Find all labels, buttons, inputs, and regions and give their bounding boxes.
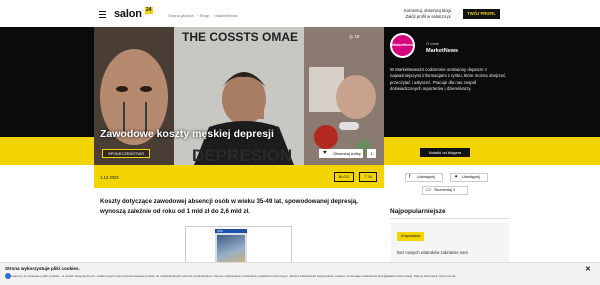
article-title: Zawodowe koszty męskiej depresji: [100, 128, 274, 140]
share-label: Udostępnij: [417, 175, 435, 179]
category-tag[interactable]: SPOŁECZEŃSTWO: [102, 149, 151, 158]
close-icon[interactable]: ✕: [585, 265, 591, 273]
cookie-text: Informujemy, że stosujemy pliki cookies …: [5, 274, 457, 278]
comment-count: 1: [453, 188, 456, 192]
photo-count-badge: ◎ 18: [349, 34, 360, 39]
breadcrumb-item[interactable]: MarketNews: [215, 13, 237, 18]
author-bio: W MarketNews24 codziennie omówiony depes…: [390, 67, 507, 91]
article-lead: Koszty dotyczące zawodowej absencji osób…: [100, 198, 358, 215]
follow-label: Obserwuj notkę: [333, 151, 361, 156]
twitter-share-button[interactable]: ✦ Udostępnij: [450, 173, 488, 182]
image-text: DEPRESION: [192, 146, 292, 165]
breadcrumb-item[interactable]: Blogi: [200, 13, 209, 18]
promo-text: Komentuj, obserwuj blogi. Załóż profil w…: [398, 8, 458, 20]
ad-label: PS5: [215, 229, 247, 233]
follow-count: 1: [367, 149, 376, 158]
profile-button[interactable]: TWÓJ PROFIL: [463, 9, 500, 19]
cookie-title: Strona wykorzystuje pliki cookies.: [5, 266, 80, 271]
site-logo[interactable]: salon: [114, 8, 142, 20]
heart-icon: ♥: [323, 150, 327, 156]
popular-tag[interactable]: Gospodarka: [397, 232, 424, 241]
ad-artwork: [217, 235, 245, 263]
author-name[interactable]: MarketNews: [426, 48, 458, 54]
twitter-icon: ✦: [454, 174, 459, 180]
facebook-share-button[interactable]: f Udostępnij: [405, 173, 443, 182]
article-meta-bar: 1.12.2023 BLOG 7 2d: [94, 165, 384, 188]
menu-icon[interactable]: [99, 11, 106, 18]
cookie-settings-icon[interactable]: [5, 273, 11, 279]
popular-card[interactable]: Gospodarka Bez nowych wiatraków zabrakni…: [391, 223, 509, 265]
breadcrumb-item[interactable]: Strona główna: [168, 13, 194, 18]
facebook-icon: f: [409, 174, 411, 180]
comment-icon: ▭: [426, 187, 431, 193]
comment-label: Skomentuj: [434, 188, 452, 192]
ad-image[interactable]: PS5: [215, 229, 247, 265]
divider: [390, 218, 510, 219]
logo-badge: 24: [145, 7, 153, 14]
follow-button[interactable]: ♥ Obserwuj notkę: [319, 149, 363, 158]
author-role: O mnie: [426, 41, 439, 46]
avatar[interactable]: MarketNews: [390, 33, 415, 58]
likes-button[interactable]: 7 2d: [359, 172, 377, 182]
promo-line: Załóż profil w salon24.pl: [405, 14, 451, 19]
popular-text[interactable]: Bez nowych wiatraków zabraknie nam: [397, 250, 468, 255]
yellow-band: [384, 137, 600, 165]
yellow-band: [0, 137, 94, 165]
article-date: 1.12.2023: [100, 175, 119, 180]
photo-count: 18: [354, 34, 360, 39]
image-text: THE COSSTS OMAE: [182, 30, 298, 44]
top-bar: salon 24 Strona główna › Blogi › MarketNew…: [0, 0, 600, 27]
hero-image[interactable]: THE COSSTS OMAE DEPRESION ◎ 18 Zawodowe …: [94, 27, 384, 165]
blog-button[interactable]: BLOG: [334, 172, 354, 182]
cookie-banner: Strona wykorzystuje pliki cookies. Infor…: [0, 262, 600, 285]
comment-button[interactable]: ▭ Skomentuj 1: [422, 186, 468, 195]
author-more-button[interactable]: Notatki od blogera: [420, 148, 470, 157]
breadcrumb: Strona główna › Blogi › MarketNews: [168, 13, 238, 18]
popular-heading: Najpopularniejsze: [390, 208, 446, 215]
share-label: Udostępnij: [462, 175, 480, 179]
